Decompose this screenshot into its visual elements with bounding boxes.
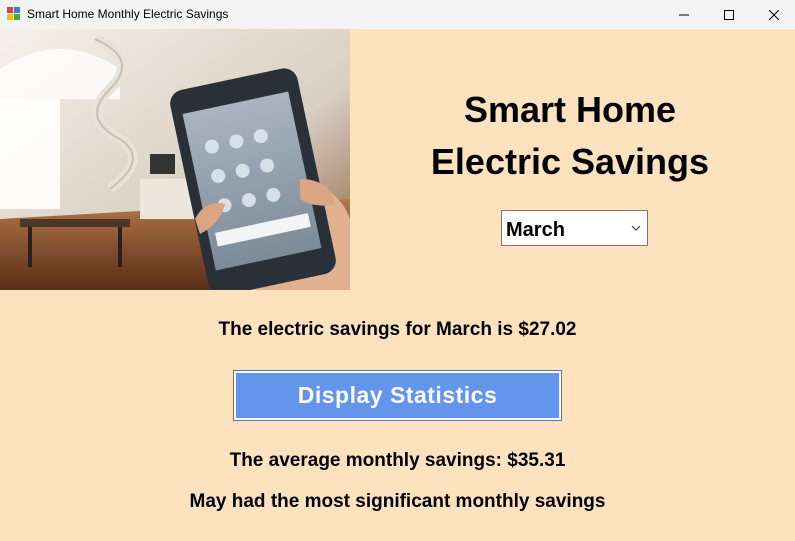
heading-line-1: Smart Home bbox=[463, 89, 677, 130]
close-icon bbox=[769, 9, 779, 20]
smart-home-photo bbox=[0, 29, 350, 290]
maximize-button[interactable] bbox=[706, 0, 752, 29]
main-form: Smart Home Electric Savings March The el… bbox=[0, 29, 795, 541]
month-dropdown[interactable]: March bbox=[501, 210, 648, 246]
heading-line-2: Electric Savings bbox=[430, 141, 710, 182]
month-savings-label: The electric savings for March is $27.02 bbox=[218, 319, 577, 340]
average-savings-label: The average monthly savings: $35.31 bbox=[229, 450, 566, 471]
window-title: Smart Home Monthly Electric Savings bbox=[27, 7, 229, 21]
chevron-down-icon bbox=[631, 225, 641, 231]
most-significant-label: May had the most significant monthly sav… bbox=[189, 491, 606, 512]
close-button[interactable] bbox=[751, 0, 795, 29]
maximize-icon bbox=[724, 9, 734, 20]
app-heading: Smart Home Electric Savings bbox=[370, 84, 770, 188]
display-statistics-button[interactable]: Display Statistics bbox=[233, 370, 562, 421]
minimize-icon bbox=[679, 14, 689, 15]
minimize-button[interactable] bbox=[661, 0, 707, 29]
month-dropdown-value: March bbox=[506, 219, 565, 241]
title-bar: Smart Home Monthly Electric Savings bbox=[0, 0, 795, 29]
app-icon bbox=[7, 7, 20, 20]
